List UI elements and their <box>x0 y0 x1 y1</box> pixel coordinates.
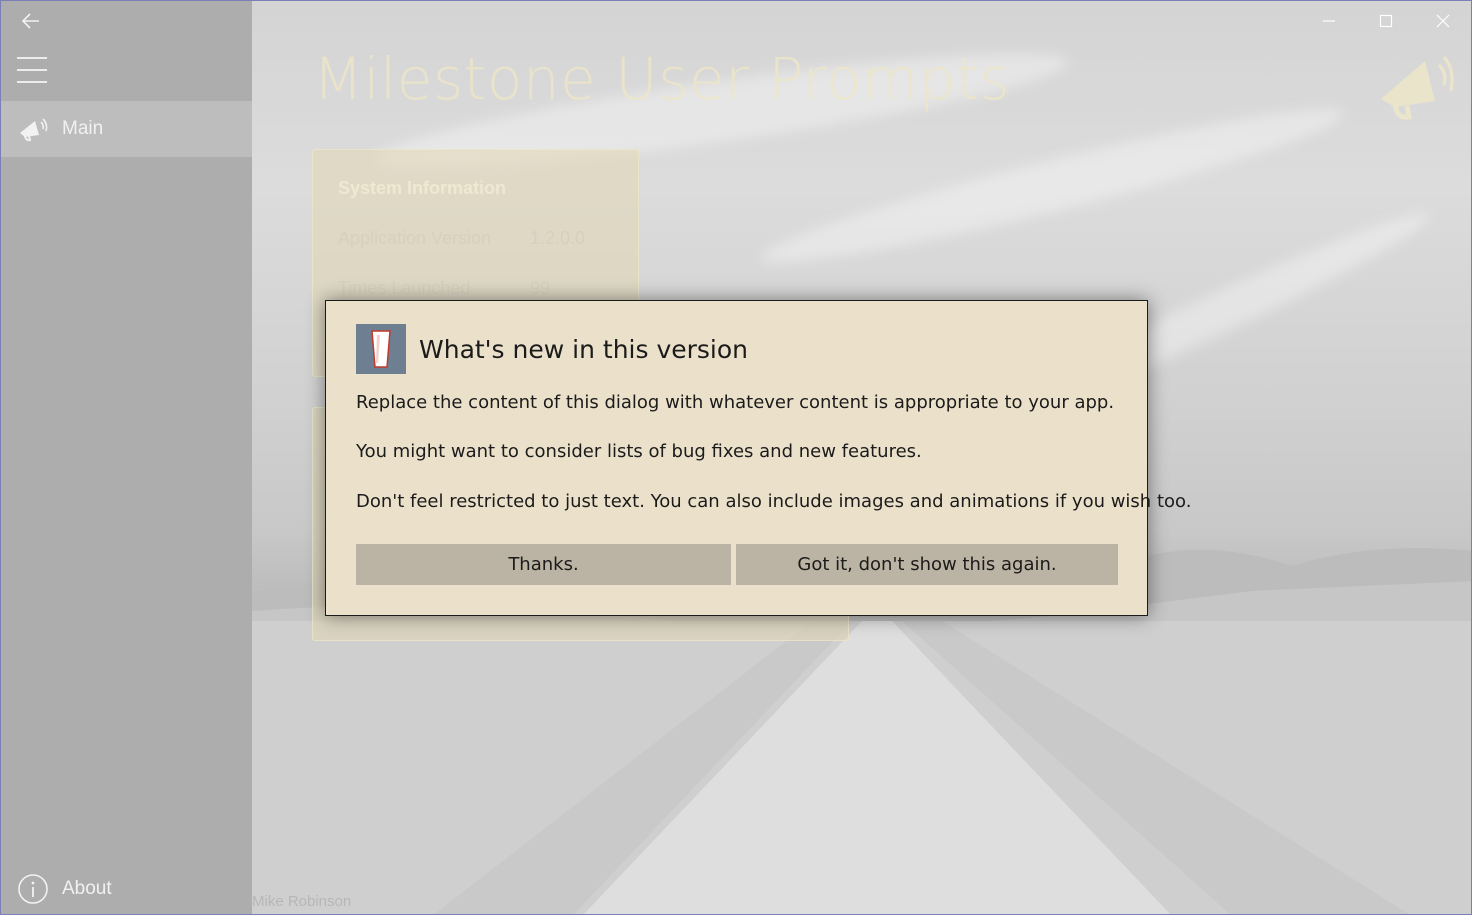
minimize-button[interactable] <box>1301 1 1357 41</box>
application-version-value: 1.2.0.0 <box>530 228 586 248</box>
megaphone-brand-icon <box>1381 55 1454 120</box>
nav-item-main-label: Main <box>62 118 104 139</box>
hamburger-menu-button[interactable] <box>15 53 49 87</box>
back-arrow-icon <box>22 13 39 29</box>
maximize-icon <box>1379 14 1393 28</box>
times-launched-value: 99 <box>530 278 551 298</box>
hamburger-line <box>17 81 47 83</box>
info-icon <box>13 873 53 905</box>
system-information-title: System Information <box>338 178 507 198</box>
times-launched-label: Times Launched <box>338 278 471 298</box>
hamburger-line <box>17 69 47 71</box>
dialog-paragraph: Don't feel restricted to just text. You … <box>356 491 1192 512</box>
app-window: Main About Milestone User Prompts System… <box>0 0 1472 915</box>
hamburger-line <box>17 57 47 59</box>
dont-show-again-button[interactable]: Got it, don't show this again. <box>736 544 1118 585</box>
application-version-label: Application Version <box>338 228 492 248</box>
app-logo-icon <box>356 324 406 374</box>
whats-new-dialog: What's new in this version Replace the c… <box>325 300 1191 616</box>
dialog-paragraph: Replace the content of this dialog with … <box>356 392 1115 413</box>
navigation-pane: Main About <box>1 1 252 914</box>
dialog-title: What's new in this version <box>419 335 749 364</box>
page-title: Milestone User Prompts <box>313 45 1011 113</box>
nav-item-about[interactable]: About <box>1 861 252 914</box>
megaphone-icon <box>13 116 53 142</box>
photo-credit: Mike Robinson <box>252 893 352 910</box>
maximize-button[interactable] <box>1358 1 1414 41</box>
close-button[interactable] <box>1415 1 1471 41</box>
back-button[interactable] <box>13 7 49 35</box>
minimize-icon <box>1323 20 1335 22</box>
background-road <box>252 621 1471 914</box>
close-icon <box>1436 14 1450 28</box>
dialog-paragraph: You might want to consider lists of bug … <box>356 441 922 462</box>
nav-item-about-label: About <box>62 878 112 899</box>
thanks-button[interactable]: Thanks. <box>356 544 731 585</box>
nav-item-main[interactable]: Main <box>1 101 252 157</box>
